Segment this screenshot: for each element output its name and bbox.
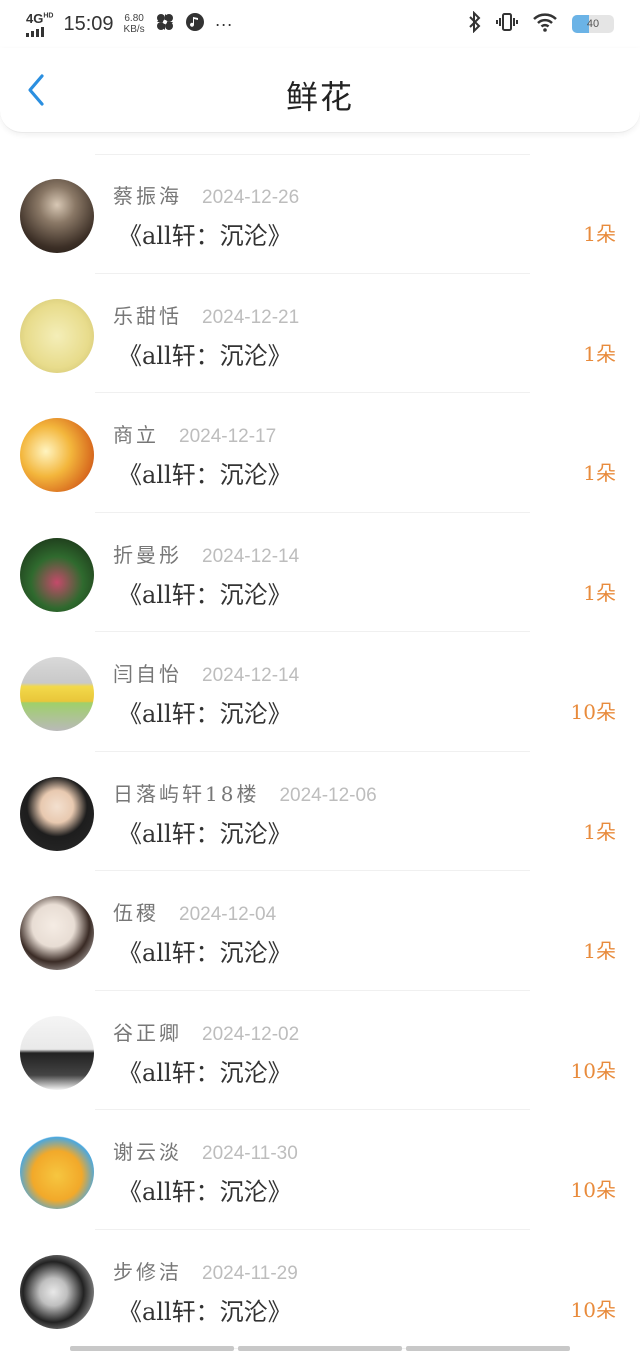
list-item[interactable]: 蔡振海 2024-12-26 《all轩：沉沦》 1朵 xyxy=(0,154,640,274)
network-indicator: 4GHD xyxy=(26,12,53,37)
flower-amount: 10朵 xyxy=(570,1178,616,1202)
network-speed: 6.80 KB/s xyxy=(124,13,145,35)
flower-amount: 1朵 xyxy=(583,461,616,485)
work-title[interactable]: 《all轩：沉沦》 xyxy=(118,933,292,968)
record-date: 2024-12-06 xyxy=(279,784,377,806)
work-title[interactable]: 《all轩：沉沦》 xyxy=(118,336,292,371)
record-meta: 闫自怡 2024-12-14 xyxy=(113,658,299,687)
bluetooth-icon xyxy=(468,10,482,38)
record-meta: 伍稷 2024-12-04 xyxy=(113,897,276,926)
pinwheel-icon xyxy=(155,12,175,37)
sender-name[interactable]: 谢云淡 xyxy=(113,1136,182,1165)
battery-level: 40 xyxy=(586,18,600,30)
status-bar-left: 4GHD 15:09 6.80 KB/s ··· xyxy=(26,12,233,37)
sender-name[interactable]: 日落屿轩18楼 xyxy=(113,778,259,807)
list-item[interactable]: 乐甜恬 2024-12-21 《all轩：沉沦》 1朵 xyxy=(0,274,640,393)
sender-name[interactable]: 闫自怡 xyxy=(113,658,182,687)
record-date: 2024-12-26 xyxy=(202,187,300,208)
flower-record-list: 蔡振海 2024-12-26 《all轩：沉沦》 1朵 乐甜恬 2024-12-… xyxy=(0,154,640,1349)
record-meta: 步修洁 2024-11-29 xyxy=(113,1256,298,1285)
wifi-icon xyxy=(532,12,558,37)
flower-amount: 1朵 xyxy=(583,222,616,246)
work-title[interactable]: 《all轩：沉沦》 xyxy=(118,814,292,849)
avatar[interactable] xyxy=(20,418,94,492)
record-date: 2024-12-21 xyxy=(202,306,300,328)
record-date: 2024-11-30 xyxy=(202,1143,298,1164)
work-title[interactable]: 《all轩：沉沦》 xyxy=(118,1053,292,1088)
avatar[interactable] xyxy=(20,298,94,373)
list-item[interactable]: 商立 2024-12-17 《all轩：沉沦》 1朵 xyxy=(0,393,640,513)
more-icon: ··· xyxy=(214,13,233,34)
record-meta: 日落屿轩18楼 2024-12-06 xyxy=(113,778,377,807)
work-title[interactable]: 《all轩：沉沦》 xyxy=(118,575,292,610)
work-title[interactable]: 《all轩：沉沦》 xyxy=(118,694,292,729)
list-item[interactable]: 步修洁 2024-11-29 《all轩：沉沦》 10朵 xyxy=(0,1230,640,1349)
music-note-icon xyxy=(185,12,205,37)
work-title[interactable]: 《all轩：沉沦》 xyxy=(118,216,292,251)
flower-amount: 1朵 xyxy=(583,939,616,963)
page-title: 鲜花 xyxy=(285,78,354,116)
work-title[interactable]: 《all轩：沉沦》 xyxy=(118,455,292,490)
avatar[interactable] xyxy=(20,657,94,731)
record-meta: 乐甜恬 2024-12-21 xyxy=(113,300,299,329)
speed-value: 6.80 xyxy=(124,13,144,24)
list-item[interactable]: 伍稷 2024-12-04 《all轩：沉沦》 1朵 xyxy=(0,871,640,991)
list-item[interactable]: 日落屿轩18楼 2024-12-06 《all轩：沉沦》 1朵 xyxy=(0,752,640,871)
flower-amount: 10朵 xyxy=(570,1058,616,1083)
avatar[interactable] xyxy=(20,179,94,253)
record-date: 2024-12-17 xyxy=(179,426,277,447)
avatar[interactable] xyxy=(20,1015,94,1090)
record-meta: 折曼彤 2024-12-14 xyxy=(113,539,299,568)
sender-name[interactable]: 谷正卿 xyxy=(113,1017,182,1046)
sender-name[interactable]: 蔡振海 xyxy=(113,180,182,209)
record-date: 2024-12-14 xyxy=(202,665,300,686)
avatar[interactable] xyxy=(20,1254,94,1329)
status-bar: 4GHD 15:09 6.80 KB/s ··· 40 xyxy=(0,0,640,48)
record-meta: 商立 2024-12-17 xyxy=(113,419,276,448)
speed-unit: KB/s xyxy=(123,24,145,35)
flower-amount: 1朵 xyxy=(583,580,616,605)
status-bar-right: 40 xyxy=(468,10,614,38)
sender-name[interactable]: 乐甜恬 xyxy=(113,300,182,329)
avatar[interactable] xyxy=(20,537,94,612)
signal-icon xyxy=(26,26,53,37)
record-date: 2024-11-29 xyxy=(202,1262,298,1284)
work-title[interactable]: 《all轩：沉沦》 xyxy=(118,1172,292,1207)
record-meta: 谷正卿 2024-12-02 xyxy=(113,1017,299,1046)
record-meta: 谢云淡 2024-11-30 xyxy=(113,1136,298,1165)
flower-amount: 10朵 xyxy=(570,1297,616,1322)
list-item[interactable]: 谢云淡 2024-11-30 《all轩：沉沦》 10朵 xyxy=(0,1110,640,1230)
app-header: 鲜花 xyxy=(0,48,640,133)
battery-indicator: 40 xyxy=(572,15,614,33)
avatar[interactable] xyxy=(20,1135,94,1209)
list-item[interactable]: 闫自怡 2024-12-14 《all轩：沉沦》 10朵 xyxy=(0,632,640,752)
sender-name[interactable]: 折曼彤 xyxy=(113,539,182,568)
avatar[interactable] xyxy=(20,776,94,851)
network-hd: HD xyxy=(43,12,54,20)
flower-amount: 1朵 xyxy=(583,341,616,366)
flower-amount: 10朵 xyxy=(570,700,616,724)
sender-name[interactable]: 伍稷 xyxy=(113,897,159,926)
record-meta: 蔡振海 2024-12-26 xyxy=(113,180,299,209)
record-date: 2024-12-04 xyxy=(179,904,277,925)
work-title[interactable]: 《all轩：沉沦》 xyxy=(118,1292,292,1327)
record-date: 2024-12-02 xyxy=(202,1023,300,1045)
network-type: 4G xyxy=(26,10,44,26)
clock: 15:09 xyxy=(63,12,114,35)
sender-name[interactable]: 步修洁 xyxy=(113,1256,182,1285)
avatar[interactable] xyxy=(20,896,94,970)
list-item[interactable]: 谷正卿 2024-12-02 《all轩：沉沦》 10朵 xyxy=(0,991,640,1110)
sender-name[interactable]: 商立 xyxy=(113,419,159,448)
list-item[interactable]: 折曼彤 2024-12-14 《all轩：沉沦》 1朵 xyxy=(0,513,640,632)
flower-amount: 1朵 xyxy=(583,819,616,844)
record-date: 2024-12-14 xyxy=(202,545,300,567)
scroll-indicator xyxy=(70,1346,570,1351)
vibrate-icon xyxy=(496,11,518,38)
